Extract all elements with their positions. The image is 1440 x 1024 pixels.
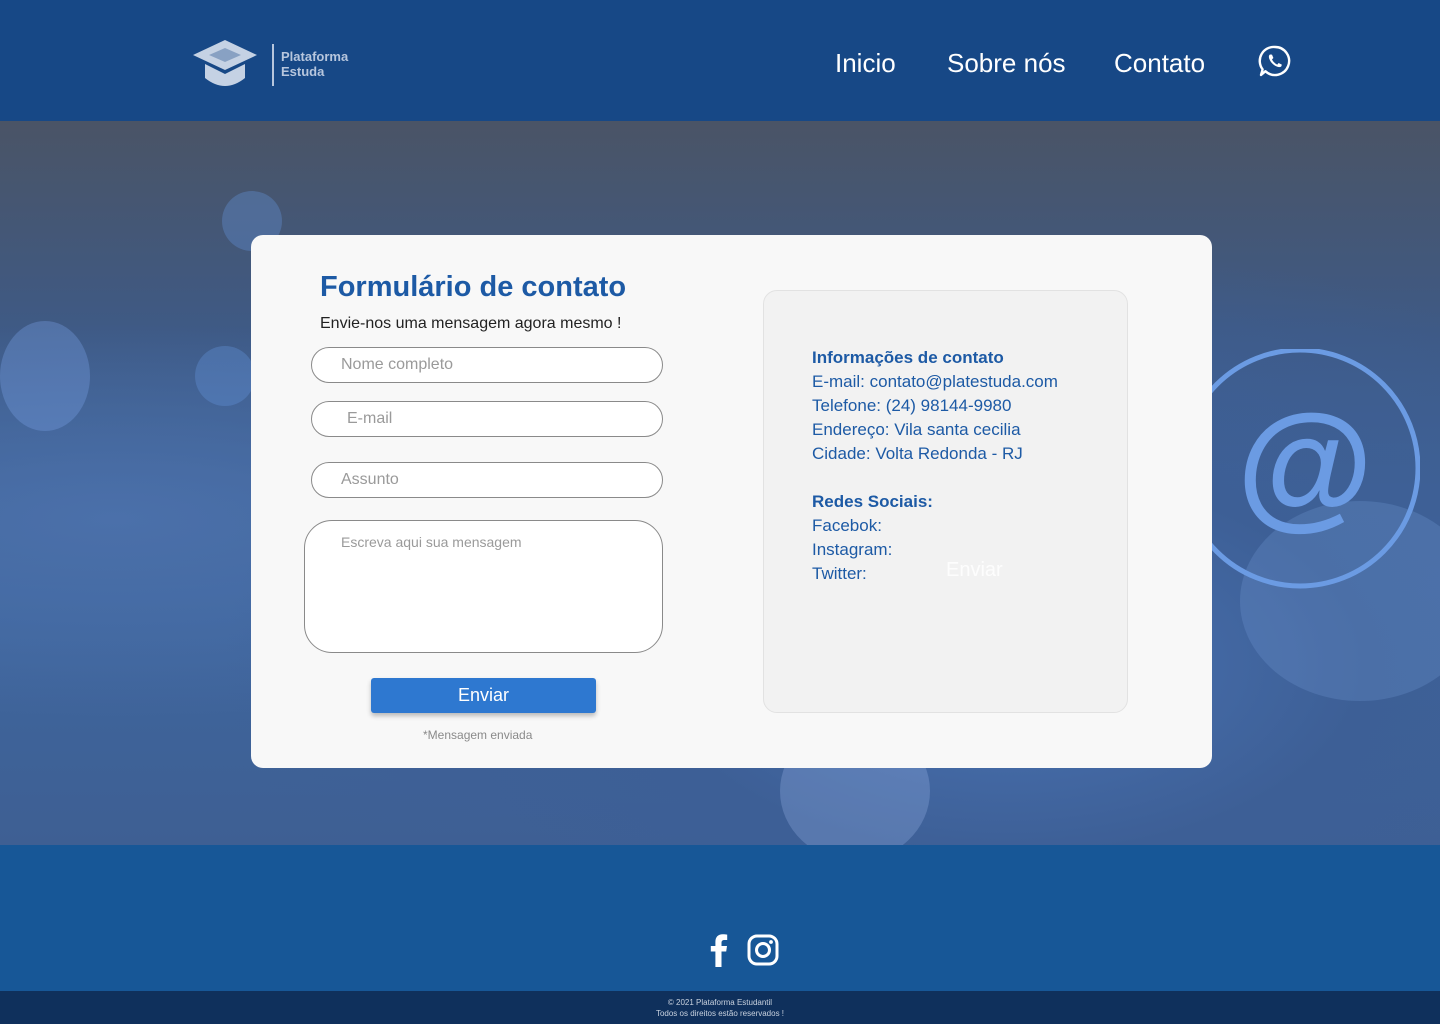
social-facebook: Facebok: [812, 516, 882, 535]
message-field [304, 520, 663, 653]
contact-city: Cidade: Volta Redonda - RJ [812, 444, 1023, 463]
name-field [311, 347, 663, 383]
instagram-icon[interactable] [747, 934, 779, 966]
logo-text-line1: Plataforma [281, 49, 349, 64]
subject-input[interactable] [312, 463, 662, 497]
facebook-icon[interactable] [705, 933, 731, 967]
nav-link-sobre-nos[interactable]: Sobre nós [947, 48, 1066, 79]
social-twitter: Twitter: [812, 564, 867, 583]
form-subtitle: Envie-nos uma mensagem agora mesmo ! [320, 315, 622, 332]
site-footer [0, 845, 1440, 991]
contact-info-panel: Informações de contato E-mail: contato@p… [763, 290, 1128, 713]
email-field [311, 401, 663, 437]
copyright-text: © 2021 Plataforma Estudantil [667, 998, 773, 1007]
bokeh-light [0, 321, 90, 431]
contact-phone: Telefone: (24) 98144-9980 [812, 396, 1012, 415]
svg-text:@: @ [1237, 385, 1374, 542]
rights-text: Todos os direitos estão reservados ! [655, 1009, 785, 1018]
graduation-cap-icon [193, 40, 257, 86]
email-input[interactable] [312, 402, 662, 436]
subject-field [311, 462, 663, 498]
logo-text-line2: Estuda [281, 64, 325, 79]
message-textarea[interactable] [305, 521, 662, 652]
nav-link-contato[interactable]: Contato [1114, 48, 1205, 79]
site-header: Plataforma Estuda Inicio Sobre nós Conta… [0, 0, 1440, 121]
contact-address: Endereço: Vila santa cecilia [812, 420, 1021, 439]
ghost-send-label: Enviar [946, 559, 1003, 581]
logo-divider [272, 44, 274, 86]
name-input[interactable] [312, 348, 662, 382]
nav-link-inicio[interactable]: Inicio [835, 48, 896, 79]
contact-info-title: Informações de contato [812, 348, 1004, 367]
logo[interactable]: Plataforma Estuda [192, 38, 372, 90]
social-instagram: Instagram: [812, 540, 893, 559]
bokeh-light [195, 346, 255, 406]
logo-text: Plataforma Estuda [281, 49, 348, 79]
at-sign-icon: @ [1180, 349, 1420, 589]
whatsapp-icon[interactable] [1258, 44, 1292, 78]
send-button[interactable]: Enviar [371, 678, 596, 713]
social-title: Redes Sociais: [812, 492, 933, 511]
copyright-bar: © 2021 Plataforma Estudantil Todos os di… [0, 991, 1440, 1024]
form-title: Formulário de contato [320, 271, 627, 303]
contact-card: Formulário de contato Envie-nos uma mens… [251, 235, 1212, 768]
contact-email: E-mail: contato@platestuda.com [812, 372, 1058, 391]
sent-status-note: *Mensagem enviada [423, 728, 533, 742]
